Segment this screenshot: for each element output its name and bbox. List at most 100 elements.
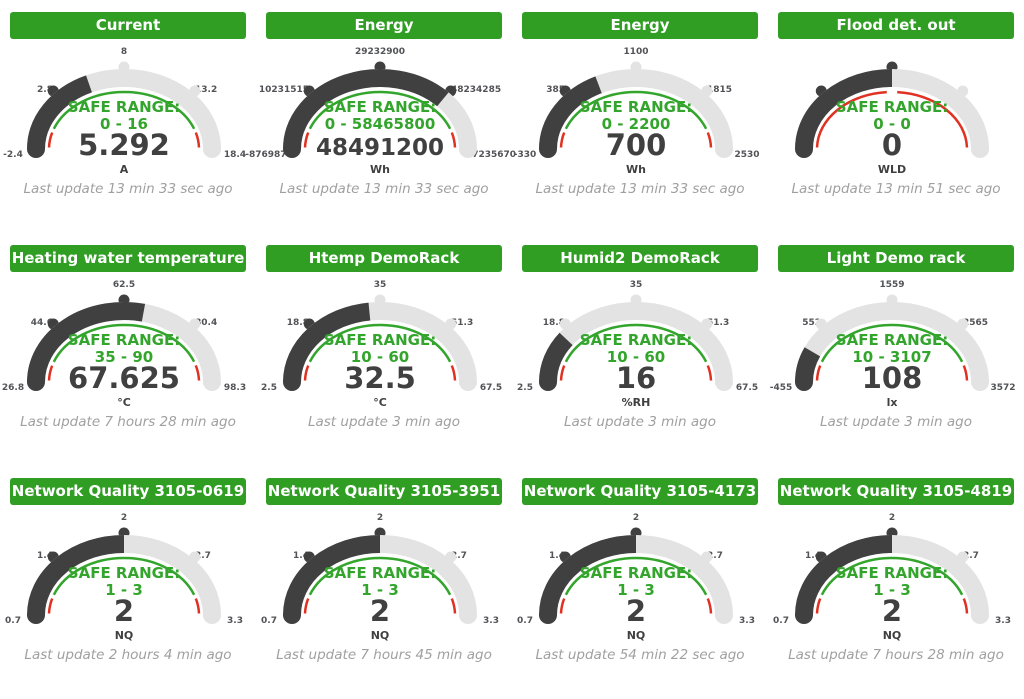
- gauge-unit: %RH: [622, 396, 651, 409]
- last-update-text: Last update 13 min 33 sec ago: [0, 181, 256, 197]
- gauge-title: Network Quality 3105-4173: [522, 478, 758, 505]
- gauge-title: Network Quality 3105-4819: [778, 478, 1014, 505]
- gauge-unit: NQ: [371, 629, 390, 642]
- safe-range-label: SAFE RANGE:: [836, 98, 948, 116]
- gauge-dial: 0.73.31.422.7SAFE RANGE:1 - 32NQ: [256, 505, 512, 645]
- gauge-card: Network Quality 3105-06190.73.31.422.7SA…: [0, 466, 256, 699]
- gauge-fill-cap: [283, 373, 301, 391]
- gauge-title: Network Quality 3105-3951: [266, 478, 502, 505]
- gauge-card: Humid2 DemoRack2.567.518.83551.3SAFE RAN…: [512, 233, 768, 466]
- gauge-fill-cap: [283, 606, 301, 624]
- gauge-value: 700: [606, 128, 667, 162]
- out-of-range-arc-high: [452, 366, 455, 381]
- last-update-text: Last update 2 hours 4 min ago: [0, 647, 256, 663]
- gauge-title: Current: [10, 12, 246, 39]
- gauge-card: Current-2.418.42.8813.2SAFE RANGE:0 - 16…: [0, 0, 256, 233]
- gauge-card: Flood det. outSAFE RANGE:0 - 00WLDLast u…: [768, 0, 1024, 233]
- tick-label-mid: 8: [121, 47, 127, 57]
- out-of-range-arc-low: [561, 366, 564, 381]
- out-of-range-arc-high: [196, 365, 199, 380]
- gauge-value: 67.625: [68, 361, 180, 395]
- tick-label-max: 3.3: [227, 616, 243, 626]
- out-of-range-arc-low: [305, 366, 308, 381]
- safe-range-label: SAFE RANGE:: [836, 564, 948, 582]
- tick-label-min: 0.7: [517, 616, 533, 626]
- out-of-range-arc-low: [49, 133, 52, 148]
- gauge-unit: WLD: [878, 163, 906, 176]
- gauge-fill-cap: [27, 140, 45, 158]
- gauge-fill-cap: [795, 140, 813, 158]
- gauge-card: Network Quality 3105-39510.73.31.422.7SA…: [256, 466, 512, 699]
- gauge-dial: 0.73.31.422.7SAFE RANGE:1 - 32NQ: [0, 505, 256, 645]
- tick-label-mid: 2: [889, 513, 895, 523]
- gauge-card: Energy-876987067235670102315152923290048…: [256, 0, 512, 233]
- gauge-value: 2: [370, 594, 390, 628]
- gauge-card: Htemp DemoRack2.567.518.83551.3SAFE RANG…: [256, 233, 512, 466]
- tick-label-min: 0.7: [773, 616, 789, 626]
- gauge-title: Network Quality 3105-0619: [10, 478, 246, 505]
- tick-label-mid: 2: [377, 513, 383, 523]
- gauge-title: Heating water temperature: [10, 245, 246, 272]
- tick-label-q3: 48234285: [451, 85, 501, 95]
- tick-label-min: 2.5: [261, 383, 277, 393]
- out-of-range-arc-low: [49, 599, 52, 614]
- gauge-fill-cap: [539, 373, 557, 391]
- gauge-grid: Current-2.418.42.8813.2SAFE RANGE:0 - 16…: [0, 0, 1024, 671]
- gauge-band-cap: [971, 373, 989, 391]
- last-update-text: Last update 13 min 33 sec ago: [256, 181, 512, 197]
- gauge-card: Light Demo rack-455357255215592565SAFE R…: [768, 233, 1024, 466]
- out-of-range-arc-low: [817, 599, 820, 614]
- last-update-text: Last update 3 min ago: [512, 414, 768, 430]
- tick-label-max: 67.5: [480, 383, 502, 393]
- gauge-value: 16: [616, 361, 656, 395]
- tick-label-max: 3.3: [995, 616, 1011, 626]
- gauge-dial: 2.567.518.83551.3SAFE RANGE:10 - 6016%RH: [512, 272, 768, 412]
- tick-label-min: 2.5: [517, 383, 533, 393]
- gauge-band-cap: [459, 373, 477, 391]
- tick-label-min: 26.8: [2, 383, 24, 393]
- out-of-range-arc-low: [561, 599, 564, 614]
- gauge-unit: A: [120, 163, 129, 176]
- gauge-band-cap: [459, 140, 477, 158]
- tick-label-max: 67.5: [736, 383, 758, 393]
- gauge-unit: Wh: [370, 163, 390, 176]
- out-of-range-arc-high: [452, 599, 455, 614]
- last-update-text: Last update 3 min ago: [256, 414, 512, 430]
- gauge-value: 2: [626, 594, 646, 628]
- tick-label-q1: 10231515: [259, 85, 309, 95]
- out-of-range-arc-high: [964, 599, 967, 614]
- safe-range-label: SAFE RANGE:: [580, 564, 692, 582]
- out-of-range-arc-high: [196, 133, 199, 148]
- gauge-unit: °C: [373, 396, 387, 409]
- tick-label-mid: 35: [374, 280, 387, 290]
- gauge-fill-cap: [795, 373, 813, 391]
- last-update-text: Last update 13 min 51 sec ago: [768, 181, 1024, 197]
- gauge-fill-cap: [539, 140, 557, 158]
- gauge-dial: SAFE RANGE:0 - 00WLD: [768, 39, 1024, 179]
- gauge-title: Energy: [522, 12, 758, 39]
- gauge-band-cap: [715, 606, 733, 624]
- safe-range-label: SAFE RANGE:: [68, 331, 180, 349]
- gauge-fill-cap: [27, 373, 45, 391]
- last-update-text: Last update 7 hours 28 min ago: [768, 647, 1024, 663]
- tick-label-min: -330: [514, 150, 537, 160]
- last-update-text: Last update 7 hours 28 min ago: [0, 414, 256, 430]
- tick-label-max: 98.3: [224, 383, 246, 393]
- tick-label-min: 0.7: [261, 616, 277, 626]
- out-of-range-arc-low: [305, 133, 308, 148]
- last-update-text: Last update 13 min 33 sec ago: [512, 181, 768, 197]
- gauge-dial: -2.418.42.8813.2SAFE RANGE:0 - 165.292A: [0, 39, 256, 179]
- safe-range-label: SAFE RANGE:: [580, 331, 692, 349]
- tick-label-min: 0.7: [5, 616, 21, 626]
- gauge-dial: 0.73.31.422.7SAFE RANGE:1 - 32NQ: [768, 505, 1024, 645]
- gauge-card: Energy-330253038511001815SAFE RANGE:0 - …: [512, 0, 768, 233]
- gauge-band-cap: [203, 140, 221, 158]
- gauge-band-cap: [715, 373, 733, 391]
- tick-label-mid: 2: [633, 513, 639, 523]
- gauge-band-cap: [971, 606, 989, 624]
- gauge-fill-cap: [27, 606, 45, 624]
- gauge-band-cap: [203, 373, 221, 391]
- safe-range-label: SAFE RANGE:: [68, 564, 180, 582]
- safe-range-label: SAFE RANGE:: [836, 331, 948, 349]
- gauge-dial: -330253038511001815SAFE RANGE:0 - 220070…: [512, 39, 768, 179]
